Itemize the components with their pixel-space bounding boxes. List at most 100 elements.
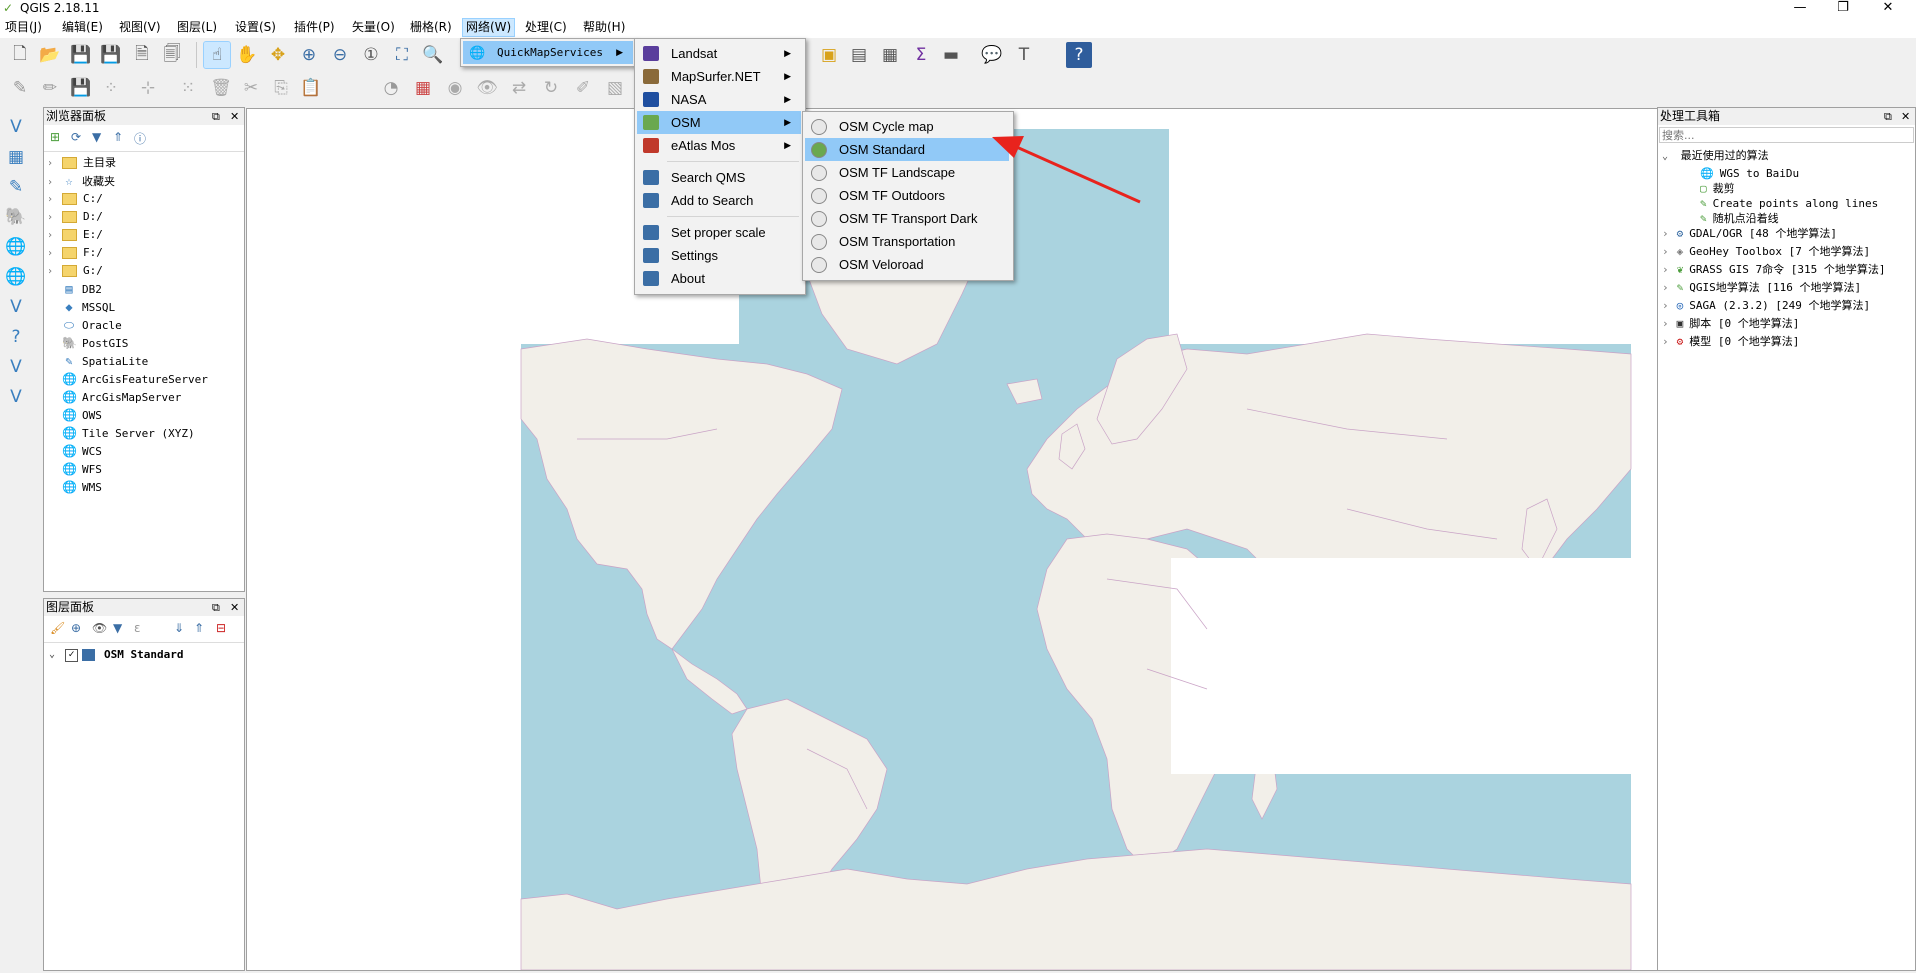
expand-arrow-icon[interactable]: ›	[44, 245, 56, 263]
browser-item[interactable]: 🌐 WCS	[44, 442, 102, 460]
collapse-all-icon[interactable]: ⇑	[194, 621, 204, 635]
processing-search-input[interactable]	[1659, 127, 1914, 143]
menu-raster[interactable]: 栅格(R)	[407, 19, 455, 36]
menu-item-osm-tf-transport-dark[interactable]: OSM TF Transport Dark	[805, 207, 1009, 230]
add-delimited-text-icon[interactable]: ?	[2, 324, 30, 350]
menu-item-osm-tf-landscape[interactable]: OSM TF Landscape	[805, 161, 1009, 184]
touch-zoom-icon[interactable]: ☝	[203, 41, 231, 69]
browser-item[interactable]: ◆ MSSQL	[44, 298, 115, 316]
manage-visibility-icon[interactable]: 👁	[92, 621, 107, 635]
browser-item[interactable]: 🌐 WFS	[44, 460, 102, 478]
properties-info-icon[interactable]: ⓘ	[134, 130, 146, 147]
add-group-icon[interactable]: ⊕	[71, 621, 81, 635]
provider-group[interactable]: › ▣ 脚本 [0 个地学算法]	[1662, 315, 1799, 333]
browser-item[interactable]: 🌐 ArcGisFeatureServer	[44, 370, 208, 388]
save-as-icon[interactable]: 💾	[98, 42, 124, 68]
open-project-icon[interactable]: 📂	[37, 42, 63, 68]
menu-item-osm-tf-outdoors[interactable]: OSM TF Outdoors	[805, 184, 1009, 207]
float-panel-icon[interactable]: ⧉	[212, 599, 220, 616]
menu-web[interactable]: 网络(W)	[461, 18, 516, 37]
browser-item[interactable]: 🌐 WMS	[44, 478, 102, 496]
expand-arrow-icon[interactable]: ›	[1662, 335, 1669, 348]
browser-item[interactable]: › F:/	[44, 244, 103, 262]
provider-group[interactable]: › ⚙ GDAL/OGR [48 个地学算法]	[1662, 225, 1837, 243]
current-edits-icon[interactable]: ✎	[7, 75, 33, 101]
menu-item-search-qms[interactable]: Search QMS	[637, 166, 801, 189]
style-manager-icon[interactable]: 🖌	[50, 621, 65, 635]
menu-item-set-proper-scale[interactable]: Set proper scale	[637, 221, 801, 244]
add-wms-layer-icon[interactable]: 🌐	[2, 234, 30, 260]
pan-icon[interactable]: ✋	[234, 42, 260, 68]
field-calculator-icon[interactable]: ▦	[877, 42, 903, 68]
browser-item[interactable]: 🌐 ArcGisMapServer	[44, 388, 181, 406]
select-features-icon[interactable]: ▣	[816, 42, 842, 68]
add-selected-layers-icon[interactable]: ⊞	[50, 130, 60, 144]
menu-processing[interactable]: 处理(C)	[522, 19, 570, 36]
browser-item[interactable]: ⬭ Oracle	[44, 316, 122, 334]
menu-item-about[interactable]: About	[637, 267, 801, 290]
provider-group[interactable]: › ❦ GRASS GIS 7命令 [315 个地学算法]	[1662, 261, 1885, 279]
attribute-table-icon[interactable]: ▤	[846, 42, 872, 68]
move-label-icon[interactable]: ⇄	[506, 75, 532, 101]
zoom-in-icon[interactable]: ⊕	[296, 42, 322, 68]
close-panel-icon[interactable]: ✕	[230, 599, 239, 616]
expand-all-icon[interactable]: ⇓	[174, 621, 184, 635]
close-button[interactable]: ✕	[1868, 0, 1908, 18]
layer-labeling-icon[interactable]: ▦	[410, 75, 436, 101]
map-tips-icon[interactable]: 💬	[979, 42, 1005, 68]
menu-help[interactable]: 帮助(H)	[580, 19, 628, 36]
menu-settings[interactable]: 设置(S)	[232, 19, 279, 36]
collapse-all-icon[interactable]: ⇑	[113, 130, 123, 144]
menu-layer[interactable]: 图层(L)	[174, 19, 220, 36]
show-hide-labels-icon[interactable]: 👁	[474, 75, 500, 101]
expand-arrow-icon[interactable]: ›	[1662, 263, 1669, 276]
menu-project[interactable]: 项目(J)	[2, 19, 45, 36]
browser-item[interactable]: › E:/	[44, 226, 103, 244]
pin-labels-icon[interactable]: ◉	[442, 75, 468, 101]
provider-group[interactable]: › ◎ SAGA (2.3.2) [249 个地学算法]	[1662, 297, 1870, 315]
add-feature-icon[interactable]: ⁘	[98, 75, 124, 101]
browser-item[interactable]: 🐘 PostGIS	[44, 334, 128, 352]
expand-arrow-icon[interactable]: ›	[44, 227, 56, 245]
expand-arrow-icon[interactable]: ›	[1662, 245, 1669, 258]
help-icon[interactable]: ?	[1066, 42, 1092, 68]
paste-features-icon[interactable]: 📋	[298, 75, 324, 101]
menu-item-landsat[interactable]: Landsat ▶	[637, 42, 801, 65]
add-postgis-layer-icon[interactable]: 🐘	[2, 204, 30, 230]
browser-item[interactable]: 🌐 OWS	[44, 406, 102, 424]
close-panel-icon[interactable]: ✕	[230, 108, 239, 125]
filter-expression-icon[interactable]: ε	[134, 621, 141, 635]
node-tool-icon[interactable]: ⊹	[135, 75, 161, 101]
filter-legend-icon[interactable]: ▼	[113, 621, 122, 635]
zoom-full-icon[interactable]: ⛶	[389, 42, 415, 68]
minimize-button[interactable]: —	[1780, 0, 1820, 18]
add-raster-layer-icon[interactable]: ▦	[2, 144, 30, 170]
menu-item-add-to-search[interactable]: Add to Search	[637, 189, 801, 212]
float-panel-icon[interactable]: ⧉	[1884, 108, 1892, 125]
zoom-to-selection-icon[interactable]: 🔍	[420, 42, 446, 68]
float-panel-icon[interactable]: ⧉	[212, 108, 220, 125]
new-print-composer-icon[interactable]: 🗎	[129, 42, 155, 68]
browser-item[interactable]: › G:/	[44, 262, 103, 280]
expand-arrow-icon[interactable]: ›	[1662, 227, 1669, 240]
save-project-icon[interactable]: 💾	[68, 42, 94, 68]
layer-row[interactable]: ⌄ ✓ OSM Standard	[44, 645, 242, 665]
toggle-editing-icon[interactable]: ✏	[37, 75, 63, 101]
copy-features-icon[interactable]: ⎘	[268, 75, 294, 101]
statistics-sigma-icon[interactable]: Σ	[908, 42, 934, 68]
composer-manager-icon[interactable]: 🗐	[159, 42, 185, 68]
layer-visibility-checkbox[interactable]: ✓	[65, 649, 78, 662]
text-annotation-icon[interactable]: T	[1011, 42, 1037, 68]
menu-item-settings[interactable]: Settings	[637, 244, 801, 267]
menu-item-nasa[interactable]: NASA ▶	[637, 88, 801, 111]
move-feature-icon[interactable]: ⁙	[175, 75, 201, 101]
menu-item-osm-standard[interactable]: OSM Standard	[805, 138, 1009, 161]
menu-plugins[interactable]: 插件(P)	[291, 19, 338, 36]
add-spatialite-layer-icon[interactable]: ✎	[2, 174, 30, 200]
add-wfs-layer-icon[interactable]: V	[2, 294, 30, 320]
add-vector-layer-icon[interactable]: V	[2, 114, 30, 140]
restore-button[interactable]: ❐	[1823, 0, 1863, 18]
browser-item[interactable]: › D:/	[44, 208, 103, 226]
menu-item-quickmapservices[interactable]: 🌐 QuickMapServices ▶	[463, 41, 633, 64]
collapse-arrow-icon[interactable]: ⌄	[49, 645, 55, 665]
